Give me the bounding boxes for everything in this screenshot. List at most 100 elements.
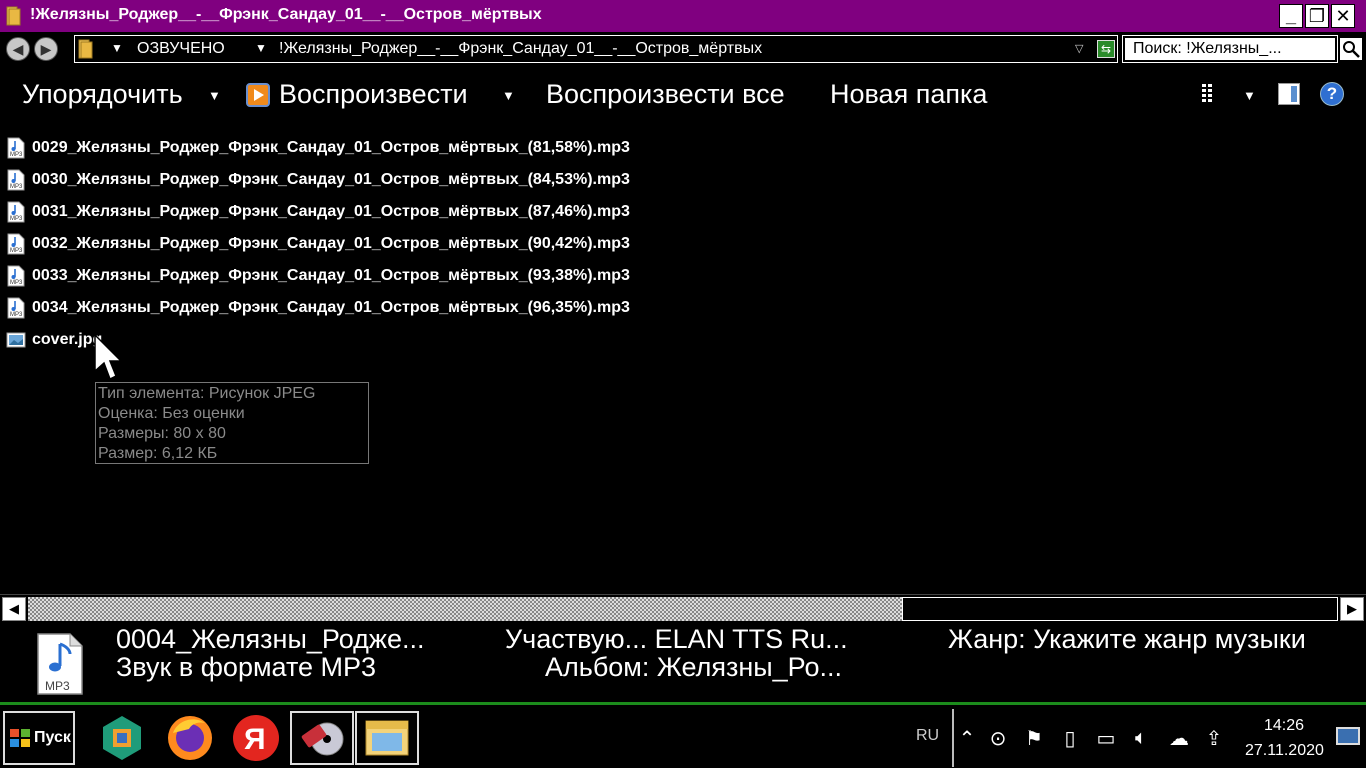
chevron-down-icon[interactable]: ▼ — [1243, 88, 1256, 103]
file-tooltip: Тип элемента: Рисунок JPEG Оценка: Без о… — [95, 382, 369, 464]
start-label: Пуск — [34, 729, 71, 746]
detail-file-name: 0004_Желязны_Родже... — [116, 624, 425, 654]
new-folder-button[interactable]: Новая папка — [830, 79, 987, 110]
forward-button[interactable]: ▶ — [34, 37, 58, 61]
mp3-file-icon: MP3 — [7, 137, 25, 159]
list-item[interactable]: MP3 0034_Желязны_Роджер_Фрэнк_Сандау_01_… — [6, 296, 630, 320]
list-item[interactable]: cover.jpg — [6, 328, 102, 352]
taskbar-media-app[interactable] — [290, 711, 354, 765]
svg-text:Я: Я — [244, 723, 266, 756]
organize-button[interactable]: Упорядочить — [22, 79, 183, 110]
taskbar-yandex-browser[interactable]: Я — [224, 711, 288, 765]
clock-date[interactable]: 27.11.2020 — [1245, 742, 1324, 760]
breadcrumb-chevron-icon[interactable]: ▼ — [255, 41, 267, 55]
preview-pane-icon[interactable] — [1278, 83, 1300, 105]
address-bar[interactable]: ▼ ОЗВУЧЕНО ▼ !Желязны_Роджер__-__Фрэнк_С… — [74, 35, 1118, 63]
file-name: 0031_Желязны_Роджер_Фрэнк_Сандау_01_Остр… — [32, 203, 630, 220]
app-hexagon-icon — [103, 716, 141, 760]
taskbar-firefox[interactable] — [158, 711, 222, 765]
mp3-file-icon: MP3 — [7, 169, 25, 191]
network-icon[interactable]: ▭ — [1093, 725, 1119, 751]
battery-icon[interactable]: ▯ — [1057, 725, 1083, 751]
file-list: MP3 0029_Желязны_Роджер_Фрэнк_Сандау_01_… — [0, 132, 1366, 592]
details-pane: MP3 0004_Желязны_Родже... Звук в формате… — [0, 624, 1366, 702]
clock-time[interactable]: 14:26 — [1264, 717, 1304, 735]
maximize-button[interactable]: ❐ — [1305, 4, 1329, 28]
close-icon: ✕ — [1335, 6, 1351, 26]
taskbar-explorer[interactable] — [355, 711, 419, 765]
help-icon[interactable]: ? — [1320, 82, 1344, 106]
play-all-button[interactable]: Воспроизвести все — [546, 79, 785, 110]
svg-text:MP3: MP3 — [10, 280, 23, 286]
breadcrumb-current-folder[interactable]: !Желязны_Роджер__-__Фрэнк_Сандау_01__-__… — [279, 40, 762, 58]
show-desktop-button[interactable] — [1336, 727, 1360, 745]
tooltip-rating: Оценка: Без оценки — [98, 405, 245, 422]
detail-album[interactable]: Альбом: Желязны_Ро... — [545, 652, 842, 683]
search-icon[interactable] — [1340, 38, 1362, 60]
flag-icon[interactable]: ⚑ — [1021, 725, 1047, 751]
language-indicator[interactable]: RU — [916, 727, 939, 745]
mp3-file-icon: MP3 — [7, 233, 25, 255]
list-item[interactable]: MP3 0029_Желязны_Роджер_Фрэнк_Сандау_01_… — [6, 136, 630, 160]
scroll-left-icon: ◀ — [9, 601, 19, 616]
breadcrumb-ozvucheno[interactable]: ОЗВУЧЕНО — [137, 40, 225, 58]
record-icon[interactable]: ⊙ — [985, 725, 1011, 751]
play-button[interactable]: Воспроизвести — [279, 79, 468, 110]
mp3-file-icon: MP3 — [7, 297, 25, 319]
mouse-cursor-icon — [94, 333, 123, 381]
file-name: cover.jpg — [32, 331, 103, 348]
minimize-icon: _ — [1285, 6, 1296, 26]
file-name: 0032_Желязны_Роджер_Фрэнк_Сандау_01_Остр… — [32, 235, 630, 252]
detail-genre[interactable]: Жанр: Укажите жанр музыки — [948, 624, 1306, 655]
address-row: ◀ ▶ ▼ ОЗВУЧЕНО ▼ !Желязны_Роджер__-__Фрэ… — [0, 32, 1366, 66]
refresh-button[interactable]: ⇆ — [1097, 40, 1115, 58]
windows-logo-icon — [10, 729, 30, 747]
list-item[interactable]: MP3 0032_Желязны_Роджер_Фрэнк_Сандау_01_… — [6, 232, 630, 256]
title-bar[interactable]: !Желязны_Роджер__-__Фрэнк_Сандау_01__-__… — [0, 0, 1366, 32]
mp3-file-icon: MP3 — [7, 201, 25, 223]
detail-participants[interactable]: Участвую... ELAN TTS Ru... — [505, 624, 848, 655]
refresh-icon: ⇆ — [1100, 42, 1112, 56]
cloud-upload-icon[interactable]: ⇪ — [1201, 725, 1227, 751]
yandex-icon: Я — [233, 715, 279, 761]
cloud-sync-icon[interactable]: ☁︎ — [1166, 725, 1192, 751]
list-item[interactable]: MP3 0033_Желязны_Роджер_Фрэнк_Сандау_01_… — [6, 264, 630, 288]
list-item[interactable]: MP3 0030_Желязны_Роджер_Фрэнк_Сандау_01_… — [6, 168, 630, 192]
start-button[interactable]: Пуск — [3, 711, 75, 765]
forward-arrow-icon: ▶ — [40, 40, 52, 57]
volume-icon[interactable]: 🔈︎ — [1128, 725, 1154, 751]
view-mode-icon[interactable] — [1200, 81, 1224, 105]
chevron-down-icon[interactable]: ▼ — [502, 88, 515, 103]
firefox-icon — [168, 716, 212, 760]
show-hidden-icons-icon[interactable]: ⌃ — [954, 725, 980, 751]
scroll-right-button[interactable]: ▶ — [1340, 597, 1364, 621]
close-button[interactable]: ✕ — [1331, 4, 1355, 28]
address-dropdown-icon[interactable]: ▽ — [1075, 42, 1083, 55]
scroll-left-button[interactable]: ◀ — [2, 597, 26, 621]
search-placeholder: Поиск: !Желязны_... — [1125, 38, 1335, 60]
back-button[interactable]: ◀ — [6, 37, 30, 61]
chevron-down-icon[interactable]: ▼ — [208, 88, 221, 103]
scrollbar-thumb[interactable] — [902, 597, 1338, 621]
restore-icon: ❐ — [1308, 6, 1326, 26]
image-file-icon — [6, 332, 26, 348]
search-input[interactable]: Поиск: !Желязны_... — [1122, 35, 1338, 63]
file-name: 0033_Желязны_Роджер_Фрэнк_Сандау_01_Остр… — [32, 267, 630, 284]
tooltip-dimensions: Размеры: 80 x 80 — [98, 425, 226, 442]
list-item[interactable]: MP3 0031_Желязны_Роджер_Фрэнк_Сандау_01_… — [6, 200, 630, 224]
back-arrow-icon: ◀ — [12, 40, 24, 57]
tooltip-size: Размер: 6,12 КБ — [98, 445, 218, 462]
window-title: !Желязны_Роджер__-__Фрэнк_Сандау_01__-__… — [30, 6, 542, 23]
minimize-button[interactable]: _ — [1279, 4, 1303, 28]
scroll-right-icon: ▶ — [1347, 601, 1357, 616]
breadcrumb-chevron-icon[interactable]: ▼ — [111, 41, 123, 55]
horizontal-scrollbar[interactable]: ◀ ▶ — [0, 594, 1366, 622]
taskbar-app-store[interactable] — [90, 711, 154, 765]
play-icon — [246, 83, 270, 107]
svg-text:MP3: MP3 — [10, 216, 23, 222]
svg-text:MP3: MP3 — [10, 248, 23, 254]
file-name: 0034_Желязны_Роджер_Фрэнк_Сандау_01_Остр… — [32, 299, 630, 316]
svg-text:MP3: MP3 — [10, 312, 23, 318]
scrollbar-track[interactable] — [28, 597, 902, 621]
tooltip-type: Тип элемента: Рисунок JPEG — [98, 385, 316, 402]
